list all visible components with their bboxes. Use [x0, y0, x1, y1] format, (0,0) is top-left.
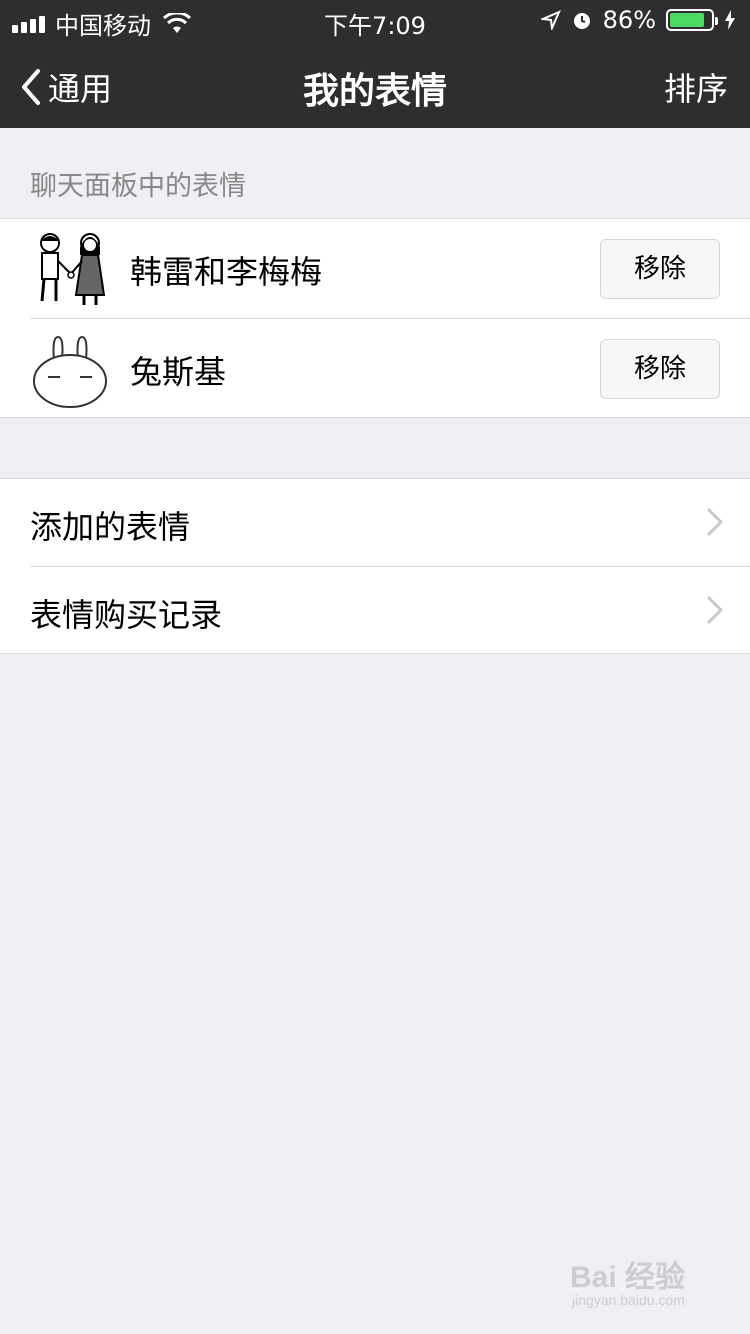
- menu-list: 添加的表情 表情购买记录: [0, 478, 750, 654]
- sticker-pack-name: 韩雷和李梅梅: [130, 253, 323, 291]
- chevron-right-icon: [707, 508, 723, 536]
- rabbit-sticker-thumbnail: [33, 335, 107, 408]
- menu-item-added-stickers[interactable]: 添加的表情: [0, 479, 750, 567]
- status-bar: 中国移动 下午7:09 86%: [0, 0, 750, 40]
- sort-button[interactable]: 排序: [664, 64, 728, 110]
- battery-icon: [666, 9, 718, 31]
- remove-button[interactable]: 移除: [600, 239, 720, 299]
- menu-item-label: 表情购买记录: [30, 596, 223, 634]
- navigation-bar: 通用 我的表情 排序: [0, 40, 750, 128]
- sticker-pack-name: 兔斯基: [130, 353, 227, 391]
- remove-button[interactable]: 移除: [600, 339, 720, 399]
- page-title: 我的表情: [302, 71, 447, 112]
- location-arrow-icon: [540, 10, 561, 30]
- watermark-url: jingyan.baidu.com: [572, 1292, 685, 1308]
- sticker-pack-row: 兔斯基 移除: [0, 319, 750, 419]
- watermark-brand: Bai 经验: [570, 1261, 686, 1294]
- top-bar: 中国移动 下午7:09 86% 通用 我的表情 排序: [0, 0, 750, 128]
- battery-fill: [670, 13, 705, 27]
- menu-item-purchase-history[interactable]: 表情购买记录: [0, 567, 750, 655]
- baidu-jingyan-watermark: Bai 经验 jingyan.baidu.com: [570, 1248, 710, 1320]
- menu-item-label: 添加的表情: [30, 508, 191, 546]
- couple-sticker-thumbnail: [40, 233, 106, 305]
- sticker-pack-row: 韩雷和李梅梅 移除: [0, 219, 750, 319]
- section-header: 聊天面板中的表情: [30, 171, 246, 202]
- chevron-right-icon: [707, 596, 723, 624]
- charging-bolt-icon: [725, 10, 735, 30]
- status-right: 86%: [540, 6, 736, 34]
- alarm-icon: [573, 13, 590, 29]
- battery-percent: 86%: [602, 6, 656, 34]
- sticker-pack-list: 韩雷和李梅梅 移除 兔斯基 移除: [0, 218, 750, 418]
